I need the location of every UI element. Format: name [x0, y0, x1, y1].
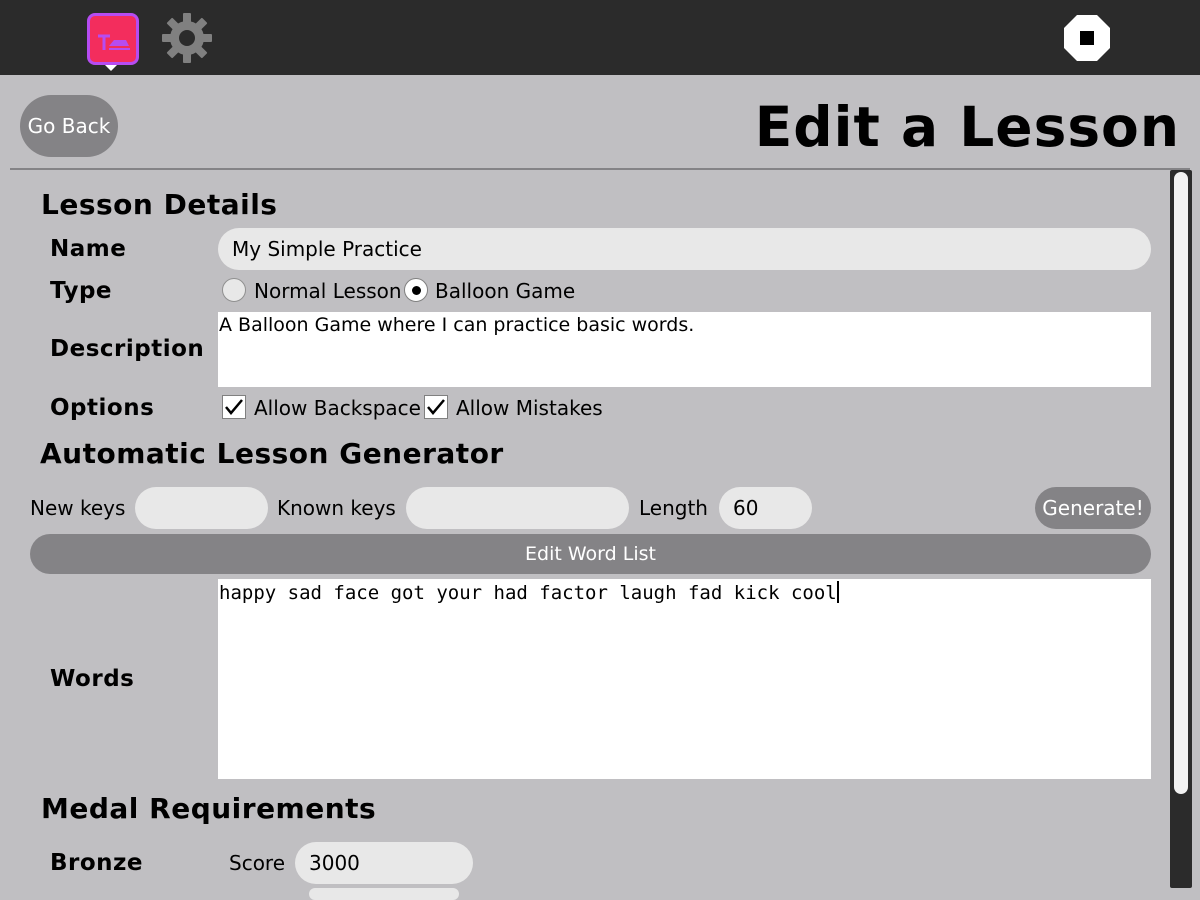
checkmark-icon	[225, 399, 243, 415]
length-label: Length	[639, 496, 708, 520]
typing-activity-icon[interactable]	[87, 13, 139, 65]
name-label: Name	[50, 236, 127, 262]
allow-backspace-checkbox[interactable]	[222, 395, 246, 419]
radio-normal-lesson[interactable]	[222, 278, 246, 302]
bronze-score-label: Score	[229, 851, 286, 875]
known-keys-input[interactable]	[406, 487, 629, 529]
gear-icon[interactable]	[160, 11, 214, 65]
options-label: Options	[50, 395, 155, 421]
allow-mistakes-label: Allow Mistakes	[456, 396, 603, 420]
edit-word-list-button[interactable]: Edit Word List	[30, 534, 1151, 574]
stop-icon[interactable]	[1063, 14, 1111, 62]
bronze-score-input[interactable]: 3000	[295, 842, 473, 884]
name-input[interactable]: My Simple Practice	[218, 228, 1151, 270]
type-label: Type	[50, 278, 113, 304]
checkmark-icon	[427, 399, 445, 415]
radio-balloon-game-label: Balloon Game	[435, 279, 576, 303]
new-keys-label: New keys	[30, 496, 126, 520]
new-keys-input[interactable]	[135, 487, 268, 529]
header-divider	[10, 168, 1190, 170]
bronze-label: Bronze	[50, 850, 144, 876]
radio-normal-lesson-label: Normal Lesson	[254, 279, 402, 303]
generate-button[interactable]: Generate!	[1035, 487, 1151, 529]
medal-requirements-heading: Medal Requirements	[41, 792, 377, 825]
length-input[interactable]: 60	[719, 487, 812, 529]
description-textarea[interactable]: A Balloon Game where I can practice basi…	[218, 312, 1151, 387]
typing-activity-glyph	[98, 34, 130, 50]
words-textarea[interactable]: happy sad face got your had factor laugh…	[218, 579, 1151, 779]
chevron-down-icon	[105, 65, 117, 71]
generator-heading: Automatic Lesson Generator	[40, 437, 504, 470]
allow-mistakes-checkbox[interactable]	[424, 395, 448, 419]
page-title: Edit a Lesson	[754, 95, 1180, 159]
scrollbar-thumb[interactable]	[1174, 172, 1188, 794]
known-keys-label: Known keys	[277, 496, 396, 520]
next-field-partial[interactable]	[309, 888, 459, 900]
text-caret	[836, 581, 839, 603]
radio-balloon-game[interactable]	[404, 278, 428, 302]
words-text: happy sad face got your had factor laugh…	[219, 582, 837, 604]
go-back-button[interactable]: Go Back	[20, 95, 118, 157]
lesson-details-heading: Lesson Details	[41, 188, 278, 221]
words-label: Words	[50, 666, 135, 692]
allow-backspace-label: Allow Backspace	[254, 396, 421, 420]
description-label: Description	[50, 336, 205, 362]
